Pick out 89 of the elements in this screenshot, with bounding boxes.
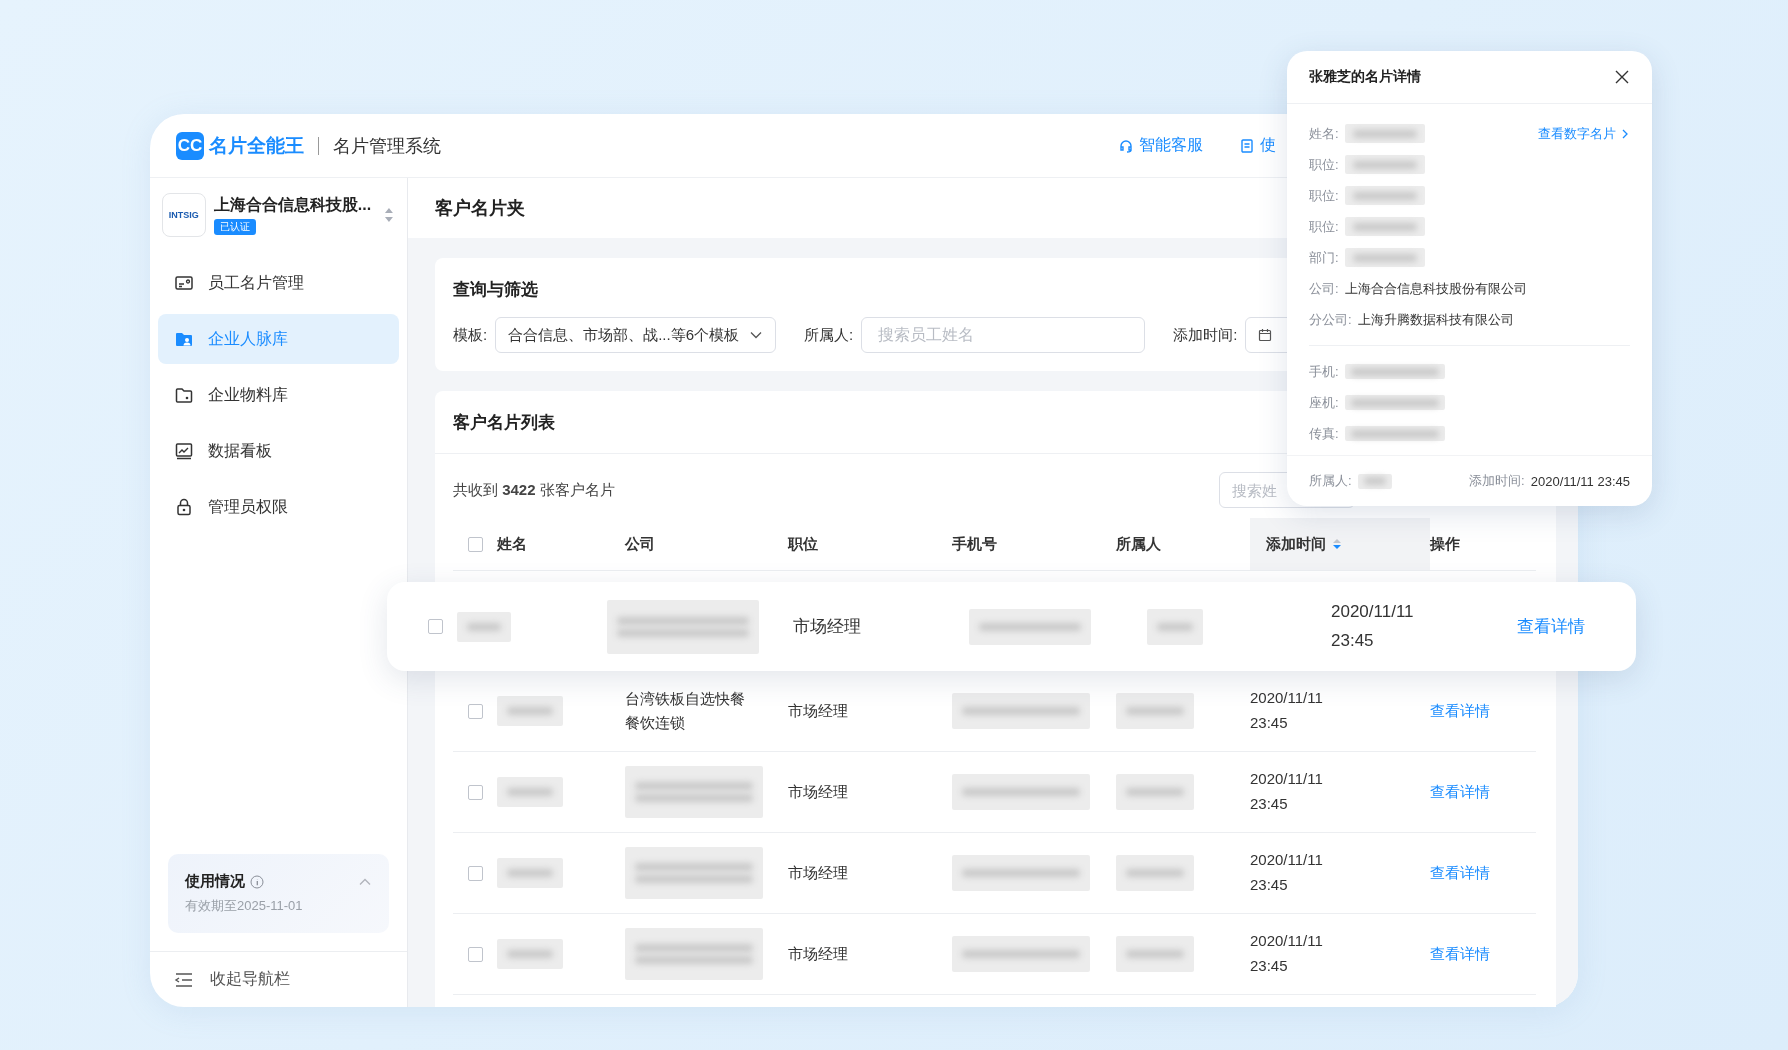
column-header[interactable]: 公司	[625, 518, 788, 570]
field-value: 上海合合信息科技股份有限公司	[1344, 279, 1527, 298]
close-icon[interactable]	[1614, 69, 1630, 85]
owner-search-field[interactable]: 搜索员工姓名	[861, 317, 1146, 353]
row-checkbox[interactable]	[467, 865, 483, 881]
field-label: 公司:	[1309, 279, 1339, 298]
switch-icon[interactable]	[383, 206, 395, 224]
table-row[interactable]: 市场经理 2020/11/11 23:45 查看详情	[453, 833, 1536, 914]
chevron-right-icon	[1620, 127, 1630, 140]
sort-icon	[1332, 537, 1342, 551]
collapse-menu-icon	[174, 970, 194, 989]
row-checkbox[interactable]	[427, 619, 443, 634]
column-header[interactable]: 所属人	[1116, 518, 1250, 570]
table-cell-text: 台湾铁板自选快餐餐饮连锁	[625, 689, 746, 733]
id-card-icon	[174, 273, 194, 293]
field-label: 职位:	[1309, 186, 1339, 205]
company-logo: INTSIG	[162, 193, 206, 237]
page-title: 客户名片夹	[435, 197, 525, 220]
field-label: 传真:	[1309, 424, 1339, 443]
nav-item[interactable]: 数据看板	[158, 426, 399, 476]
field-label: 所属人:	[1309, 472, 1352, 490]
headset-icon	[1118, 137, 1134, 154]
table-cell-text: 2020/11/11 23:45	[1250, 688, 1324, 733]
calendar-icon	[1258, 328, 1273, 342]
field-label: 添加时间:	[1173, 325, 1238, 345]
blurred-text	[1147, 608, 1203, 645]
card-count: 共收到 3422 张客户名片	[453, 480, 615, 500]
field-label: 手机:	[1309, 362, 1339, 381]
blurred-text	[1357, 473, 1392, 489]
table-row[interactable]: 台湾铁板自选快餐餐饮连锁 市场经理 2020/11/11 23:45 查看详情	[453, 671, 1536, 752]
table-cell-text: 2020/11/11 23:45	[1250, 769, 1324, 814]
popup-title: 张雅芝的名片详情	[1309, 68, 1421, 86]
field-label: 部门:	[1309, 248, 1339, 267]
table-cell: 市场经理	[793, 617, 861, 636]
field-label: 分公司:	[1309, 310, 1352, 329]
table-cell: 市场经理	[788, 782, 848, 800]
document-icon	[1239, 137, 1255, 154]
table-cell-text: 2020/11/11 23:45	[1250, 931, 1324, 976]
blurred-text	[497, 777, 563, 807]
select-all-checkbox[interactable]	[467, 536, 483, 552]
blurred-text	[457, 611, 511, 642]
field-value: 上海升腾数据科技有限公司	[1357, 310, 1514, 329]
table-cell-text: 2020/11/11 23:45	[1250, 850, 1324, 895]
field-label: 模板:	[453, 325, 488, 345]
table-cell-text: 2020/11/11 23:45	[1331, 601, 1415, 652]
expiry-date: 有效期至2025-11-01	[185, 897, 304, 915]
header-link[interactable]: 智能客服	[1118, 135, 1203, 156]
nav-item[interactable]: 员工名片管理	[158, 258, 399, 308]
column-header[interactable]: 姓名	[497, 518, 625, 570]
chart-icon	[174, 441, 194, 461]
collapse-nav-button[interactable]: 收起导航栏	[150, 951, 407, 1007]
system-title: 名片管理系统	[333, 134, 441, 158]
template-dropdown[interactable]: 合合信息、市场部、战...等6个模板	[495, 317, 777, 353]
info-icon[interactable]	[250, 874, 264, 889]
column-header[interactable]: 添加时间	[1250, 518, 1430, 570]
company-name: 上海合合信息科技股...	[213, 195, 372, 215]
blurred-text	[497, 939, 563, 969]
field-label: 所属人:	[804, 325, 854, 345]
nav-item[interactable]: 管理员权限	[158, 482, 399, 532]
folder-icon	[174, 385, 194, 405]
lock-icon	[174, 497, 194, 517]
column-header[interactable]: 操作	[1430, 518, 1510, 570]
field-label: 添加时间:	[1469, 472, 1525, 490]
section-title: 客户名片列表	[453, 411, 555, 434]
brand-name: 名片全能王	[209, 133, 304, 158]
highlighted-row[interactable]: 市场经理 2020/11/11 23:45 查看详情	[387, 582, 1636, 671]
field-label: 职位:	[1309, 217, 1339, 236]
table-cell: 市场经理	[788, 863, 848, 881]
table-row[interactable]: 市场经理 2020/11/11 23:45 查看详情	[453, 914, 1536, 995]
column-header[interactable]: 手机号	[952, 518, 1116, 570]
section-title: 查询与筛选	[453, 279, 538, 301]
row-checkbox[interactable]	[467, 784, 483, 800]
logo-mark: CC	[176, 131, 204, 160]
field-label: 姓名:	[1309, 124, 1339, 143]
table-row[interactable]: 市场经理 2020/11/11 23:45 查看详情	[453, 752, 1536, 833]
field-label: 职位:	[1309, 155, 1339, 174]
column-header[interactable]: 职位	[788, 518, 952, 570]
blurred-text	[497, 858, 563, 888]
row-checkbox[interactable]	[467, 946, 483, 962]
usage-title: 使用情况	[185, 872, 245, 891]
digital-card-link[interactable]: 查看数字名片	[1538, 124, 1630, 143]
table-cell: 市场经理	[788, 944, 848, 962]
row-checkbox[interactable]	[467, 703, 483, 719]
field-label: 座机:	[1309, 393, 1339, 412]
verified-badge: 已认证	[213, 219, 256, 235]
table-cell: 市场经理	[788, 701, 848, 719]
field-value: 2020/11/11 23:45	[1530, 473, 1630, 489]
blurred-text	[497, 696, 563, 726]
nav-item[interactable]: 企业物料库	[158, 370, 399, 420]
